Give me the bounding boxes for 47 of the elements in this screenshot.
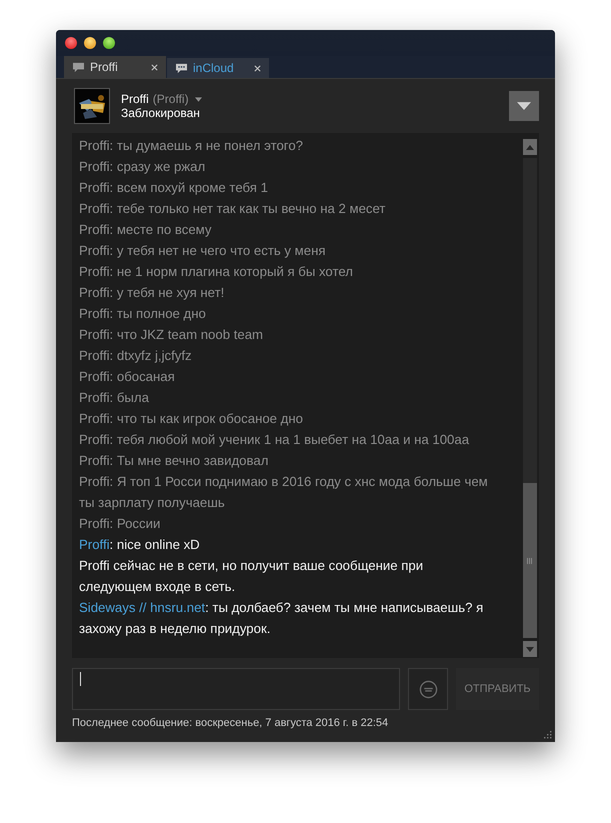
friend-status: Заблокирован <box>121 106 201 120</box>
chat-message: Proffi: Я топ 1 Росси поднимаю в 2016 году с хнс мода больше чем ты зарплату получаешь <box>79 473 489 512</box>
chat-message: Proffi: ты думаешь я не понел этого? <box>79 137 304 155</box>
last-message-status: Последнее сообщение: воскресенье, 7 августа 2016 г. в 22:54 <box>72 717 390 729</box>
caret-down-icon <box>517 102 531 110</box>
sender-link[interactable]: Proffi <box>79 537 110 552</box>
minimize-window-button[interactable] <box>84 37 96 49</box>
chat-message: Proffi: всем похуй кроме тебя 1 <box>79 179 269 197</box>
speech-bubble-icon <box>72 62 85 72</box>
resize-grip-icon[interactable] <box>542 729 552 739</box>
send-button[interactable]: ОТПРАВИТЬ <box>456 668 539 710</box>
chat-message: Proffi: у тебя не хуя нет! <box>79 284 226 302</box>
chat-message: Proffi: dtxyfz j,jcfyfz <box>79 347 193 365</box>
offline-notice: Proffi сейчас не в сети, но получит ваше сообщение при следующем входе в сеть. <box>79 557 424 596</box>
chat-message: Proffi: России <box>79 515 162 533</box>
chat-message: Proffi: Ты мне вечно завидовал <box>79 452 270 470</box>
zoom-window-button[interactable] <box>103 37 115 49</box>
chat-message: Proffi: что JKZ team noob team <box>79 326 264 344</box>
scroll-up-icon[interactable] <box>526 144 534 150</box>
caret-icon[interactable] <box>194 96 202 102</box>
sender-link[interactable]: Sideways // hnsru.net <box>79 600 206 615</box>
speech-bubble-icon <box>175 62 188 74</box>
chat-message: Proffi: обосаная <box>79 368 176 386</box>
friend-nickname: (Proffi) <box>152 92 189 106</box>
emoticon-button[interactable] <box>408 668 448 710</box>
scroll-down-icon[interactable] <box>526 646 534 652</box>
chat-message: Proffi: сразу же ржал <box>79 158 206 176</box>
friend-name[interactable]: Proffi <box>121 92 149 106</box>
chat-message: Proffi: тебя любой мой ученик 1 на 1 выебет на 10аа и на 100аа <box>79 431 470 449</box>
scrollbar[interactable] <box>523 139 537 657</box>
chat-tab[interactable]: inCloud <box>167 58 269 78</box>
options-dropdown-button[interactable] <box>509 91 539 121</box>
chat-message: Proffi: ты полное дно <box>79 305 207 323</box>
emoticon-icon <box>418 680 438 698</box>
message-input-field[interactable] <box>72 668 400 710</box>
chat-message: Proffi: тебе только нет так как ты вечно на 2 месет <box>79 200 386 218</box>
chat-message: Proffi: была <box>79 389 150 407</box>
chat-message: Proffi: что ты как игрок обосаное дно <box>79 410 304 428</box>
close-window-button[interactable] <box>65 37 77 49</box>
close-tab-icon[interactable] <box>151 64 158 70</box>
chat-message: Proffi: у тебя нет не чего что есть у меня <box>79 242 327 260</box>
close-tab-icon[interactable] <box>254 64 261 72</box>
chat-message: Proffi: не 1 норм плагина который я бы хотел <box>79 263 354 281</box>
chat-message: Proffi: месте по всему <box>79 221 212 239</box>
chat-tab[interactable]: Proffi <box>64 56 166 78</box>
chat-message: Sideways // hnsru.net: ты долбаеб? зачем ты мне написываешь? я захожу раз в неделю придурок. <box>79 599 484 638</box>
chat-message: Proffi: nice online xD <box>79 536 201 554</box>
